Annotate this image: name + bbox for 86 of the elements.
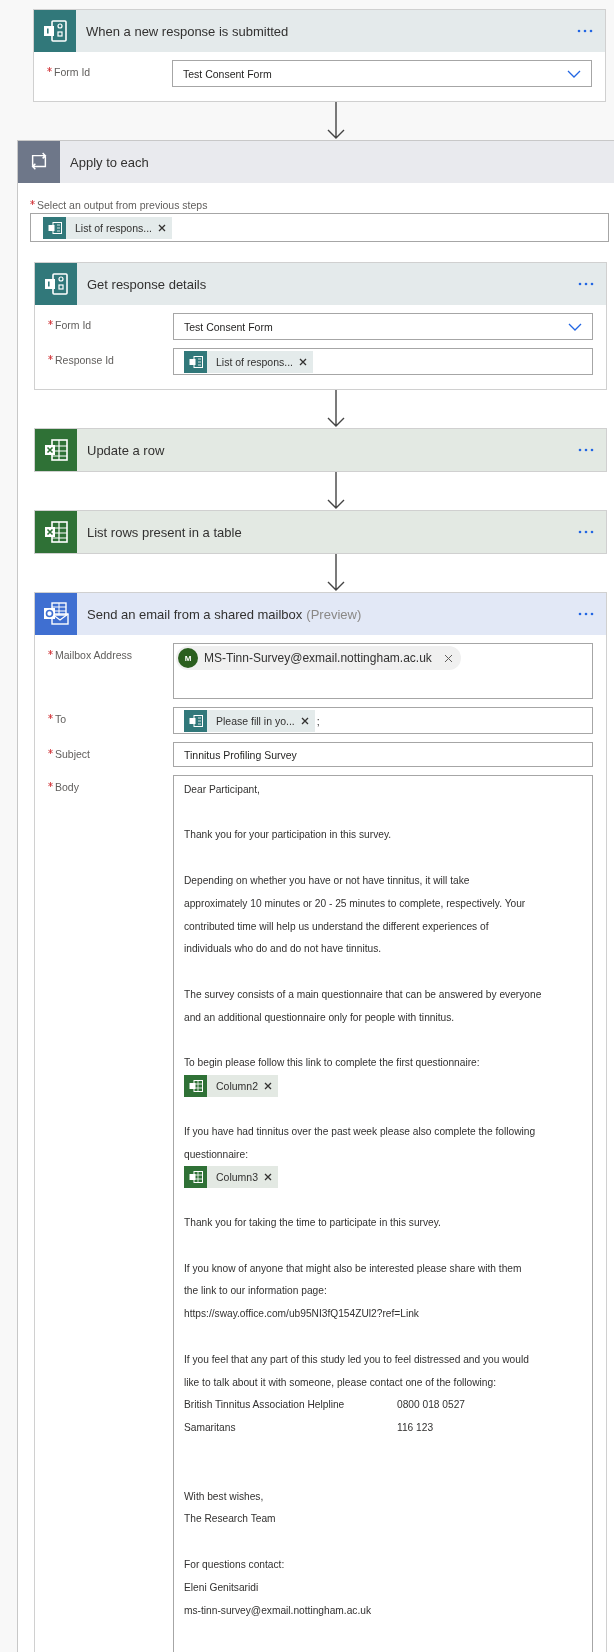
spreadsheet-icon xyxy=(188,1170,203,1183)
card-header[interactable]: Send an email from a shared mailbox (Preview) xyxy=(35,593,606,635)
chevron-down-icon xyxy=(567,69,581,78)
body-text: If you feel that any part of this study led you to feel distressed and you would xyxy=(184,1353,529,1365)
card-header[interactable]: Update a row xyxy=(35,429,606,471)
body-text: approximately 10 minutes or 20 - 25 minutes to complete, respectively. Your xyxy=(184,897,526,909)
preview-tag: (Preview) xyxy=(306,606,362,622)
token-chip[interactable]: List of respons... xyxy=(43,216,173,239)
recipient-chip[interactable]: M MS-Tinn-Survey@exmail.nottingham.ac.uk xyxy=(176,646,461,670)
field-label: Mailbox Address xyxy=(55,649,133,661)
field-label: Subject xyxy=(55,748,91,760)
token-chip[interactable]: Column3 xyxy=(184,1165,279,1188)
body-text: contributed time will help us understand the different experiences of xyxy=(184,920,489,932)
contact-name: Samaritans xyxy=(184,1422,237,1434)
remove-icon[interactable] xyxy=(264,1172,273,1181)
form-icon xyxy=(47,221,62,234)
card-header[interactable]: Apply to each xyxy=(18,141,614,183)
field-label: Select an output from previous steps xyxy=(37,199,208,211)
body-text: For questions contact: xyxy=(184,1559,285,1570)
body-text: To begin please follow this link to complete the first questionnaire: xyxy=(184,1057,480,1069)
body-text: individuals who do and do not have tinnitus. xyxy=(184,943,382,955)
more-options-icon[interactable] xyxy=(578,612,594,616)
dropdown-field[interactable]: Test Consent Form xyxy=(173,313,593,340)
field-label: To xyxy=(55,713,67,725)
contact-phone: 116 123 xyxy=(397,1422,435,1434)
field-label: Form Id xyxy=(55,319,92,331)
chevron-down-icon xyxy=(568,322,582,331)
body-text: If you know of anyone that might also be interested please share with them xyxy=(184,1262,522,1274)
form-icon xyxy=(188,355,203,368)
token-chip[interactable]: Please fill in yo... xyxy=(184,709,315,732)
card-title: Update a row xyxy=(87,442,165,458)
body-text: With best wishes, xyxy=(184,1490,264,1502)
remove-icon[interactable] xyxy=(299,357,308,366)
remove-icon[interactable] xyxy=(158,223,167,232)
remove-icon[interactable] xyxy=(443,653,453,663)
token-field[interactable]: List of respons... xyxy=(30,213,609,242)
body-text: Thank you for taking the time to participate in this survey. xyxy=(184,1217,441,1229)
card-title: Send an email from a shared mailbox xyxy=(87,606,303,622)
body-text: ms-tinn-survey@exmail.nottingham.ac.uk xyxy=(184,1604,371,1616)
spreadsheet-icon xyxy=(44,439,68,461)
body-text: The Research Team xyxy=(184,1513,276,1525)
input-field[interactable]: Tinnitus Profiling Survey xyxy=(173,742,593,767)
card-title: List rows present in a table xyxy=(87,524,242,540)
token-chip[interactable]: List of respons... xyxy=(184,350,314,373)
remove-icon[interactable] xyxy=(300,716,309,725)
dropdown-field[interactable]: Test Consent Form xyxy=(172,60,592,87)
form-icon xyxy=(188,714,203,727)
body-text: like to talk about it with someone, please contact one of the following: xyxy=(184,1376,497,1388)
spreadsheet-icon xyxy=(44,521,68,543)
mailbox-field[interactable]: M MS-Tinn-Survey@exmail.nottingham.ac.uk xyxy=(173,643,593,699)
more-options-icon[interactable] xyxy=(577,29,593,33)
contact-phone: 0800 018 0527 xyxy=(397,1399,466,1411)
card-title: Apply to each xyxy=(70,154,149,170)
separator-text: ; xyxy=(316,714,320,727)
field-label: Form Id xyxy=(54,66,91,78)
token-chip[interactable]: Column2 xyxy=(184,1074,279,1097)
card-title: When a new response is submitted xyxy=(86,23,289,39)
remove-icon[interactable] xyxy=(264,1081,273,1090)
card-header[interactable]: List rows present in a table xyxy=(35,511,606,553)
token-field[interactable]: List of respons... xyxy=(173,348,593,375)
token-field[interactable]: Please fill in yo... ; xyxy=(173,707,593,734)
spreadsheet-icon xyxy=(188,1079,203,1092)
mail-icon xyxy=(43,602,69,626)
contact-name: British Tinnitus Association Helpline xyxy=(184,1399,346,1411)
body-field[interactable] xyxy=(173,775,593,1652)
body-text: questionnaire: xyxy=(184,1148,248,1160)
form-icon xyxy=(44,273,68,295)
more-options-icon[interactable] xyxy=(578,282,594,286)
body-text: the link to our information page: xyxy=(184,1285,327,1297)
card-header[interactable]: Get response details xyxy=(35,263,606,305)
form-icon xyxy=(43,20,67,42)
card-title: Get response details xyxy=(87,276,207,292)
card-header[interactable]: When a new response is submitted xyxy=(34,10,605,52)
more-options-icon[interactable] xyxy=(578,448,594,452)
field-label: Response Id xyxy=(55,354,114,366)
body-text: and an additional questionnaire only for people with tinnitus. xyxy=(184,1011,455,1023)
body-text: https://sway.office.com/ub95NI3fQ154ZUl2?ref=Link xyxy=(184,1308,419,1320)
body-text: Depending on whether you have or not have tinnitus, it will take xyxy=(184,875,470,887)
field-label: Body xyxy=(55,781,79,793)
body-text: If you have had tinnitus over the past week please also complete the following xyxy=(184,1125,536,1137)
body-text: The survey consists of a main questionnaire that can be answered by everyone xyxy=(184,989,542,1001)
avatar: M xyxy=(178,648,198,668)
body-text: Dear Participant, xyxy=(184,783,260,795)
more-options-icon[interactable] xyxy=(578,530,594,534)
body-text: Thank you for your participation in this survey. xyxy=(184,829,392,841)
body-text: Eleni Genitsaridi xyxy=(184,1581,259,1593)
